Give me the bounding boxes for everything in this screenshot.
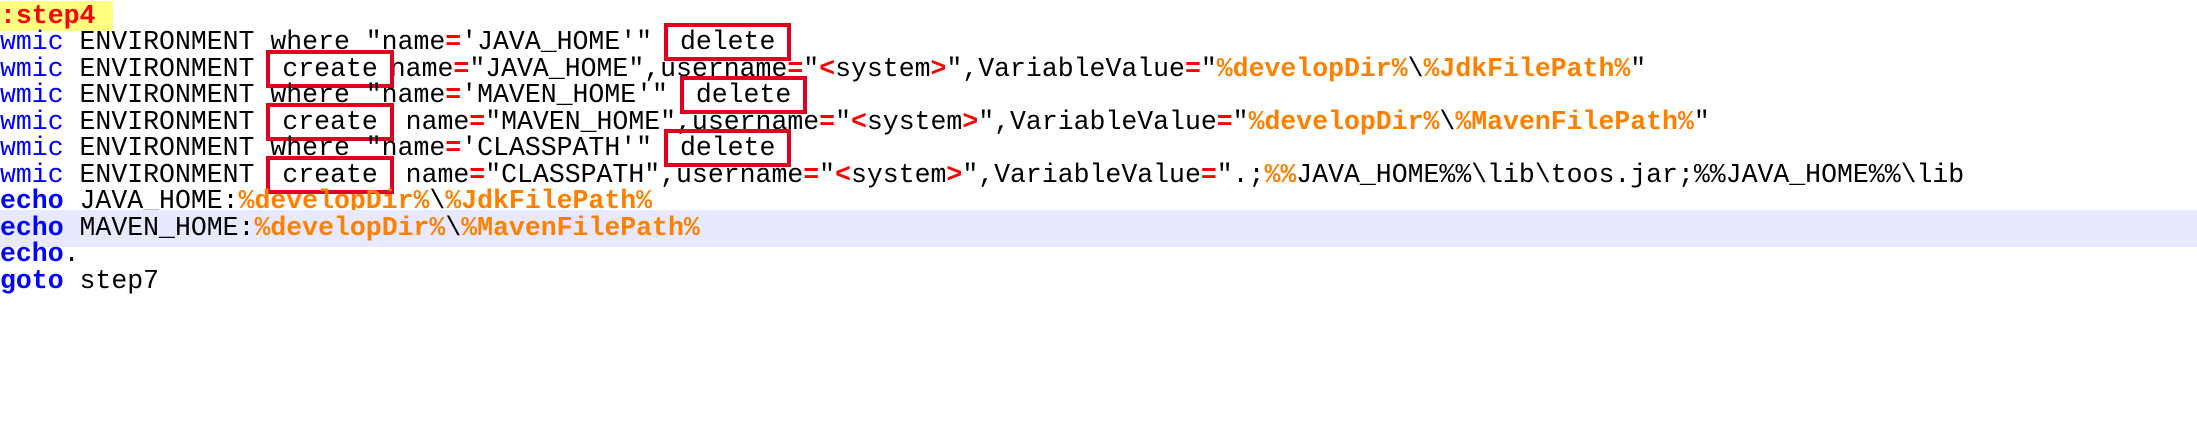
code-line[interactable]: goto step7 [0,263,2197,300]
code-editor[interactable]: :step4 wmic ENVIRONMENT where "name='JAVA… [0,0,2197,438]
code-text: step7 [63,265,160,296]
command-keyword: goto [0,265,64,296]
